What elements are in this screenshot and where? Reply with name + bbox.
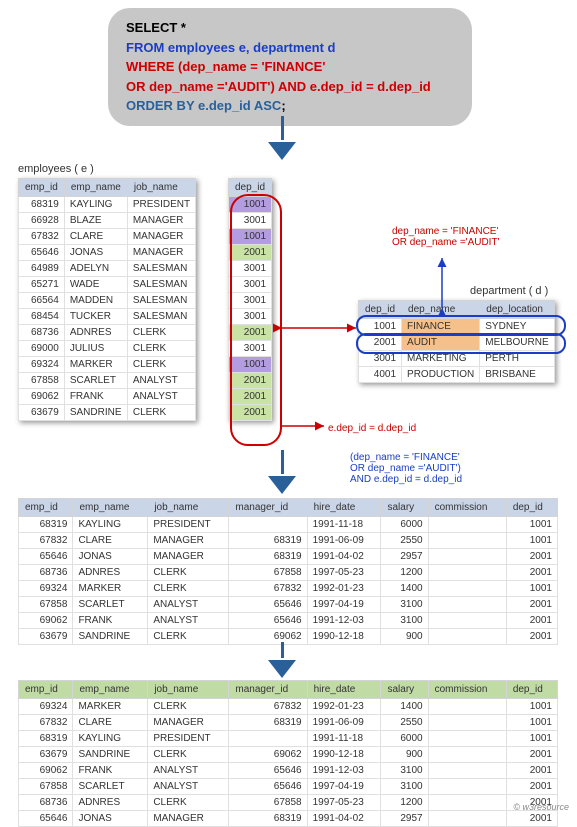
table-row: 3001 [229, 261, 272, 277]
table-row: 68319KAYLINGPRESIDENT1991-11-1860001001 [19, 517, 558, 533]
table-row: 66928BLAZEMANAGER [19, 213, 196, 229]
col-header: hire_date [307, 499, 381, 517]
employees-table: emp_idemp_namejob_name68319KAYLINGPRESID… [18, 178, 196, 421]
sql-select: SELECT * [126, 20, 186, 35]
col-header: emp_name [73, 499, 148, 517]
filtered-result-table: emp_idemp_namejob_namemanager_idhire_dat… [18, 498, 558, 645]
ordered-result-table: emp_idemp_namejob_namemanager_idhire_dat… [18, 680, 558, 827]
table-row: 65646JONASMANAGER683191991-04-0229572001 [19, 811, 558, 827]
table-row: 3001 [229, 277, 272, 293]
flow-arrow-1 [268, 116, 296, 162]
col-header: dep_id [506, 499, 557, 517]
table-row: 1001 [229, 357, 272, 373]
table-row: 1001 [229, 197, 272, 213]
table-row: 67832CLAREMANAGER683191991-06-0925501001 [19, 533, 558, 549]
table-row: 63679SANDRINECLERK [19, 405, 196, 421]
col-header: hire_date [307, 681, 381, 699]
col-header: emp_id [19, 681, 73, 699]
sql-query-box: SELECT * FROM employees e, department d … [108, 8, 472, 126]
col-header: dep_id [506, 681, 557, 699]
table-row: 67832CLAREMANAGER683191991-06-0925501001 [19, 715, 558, 731]
footer-credit: © w3resource [513, 802, 569, 812]
col-header: salary [381, 681, 428, 699]
col-header: emp_name [73, 681, 148, 699]
department-table: dep_iddep_namedep_location1001FINANCESYD… [358, 300, 555, 383]
table-row: 69324MARKERCLERK [19, 357, 196, 373]
department-title: department ( d ) [470, 285, 548, 297]
col-header: job_name [127, 179, 195, 197]
flow-arrow-3 [268, 642, 296, 680]
sql-from: FROM employees e, department d [126, 40, 336, 55]
table-row: 69062FRANKANALYST656461991-12-0331002001 [19, 763, 558, 779]
col-header: emp_id [19, 179, 65, 197]
table-row: 68736ADNRESCLERK678581997-05-2312002001 [19, 565, 558, 581]
col-header: job_name [148, 681, 229, 699]
flow-arrow-2 [268, 450, 296, 496]
table-row: 2001 [229, 325, 272, 341]
table-row: 2001AUDITMELBOURNE [359, 335, 555, 351]
col-header: dep_id [229, 179, 272, 197]
table-row: 65271WADESALESMAN [19, 277, 196, 293]
table-row: 64989ADELYNSALESMAN [19, 261, 196, 277]
table-row: 69000JULIUSCLERK [19, 341, 196, 357]
table-row: 66564MADDENSALESMAN [19, 293, 196, 309]
annot-where: dep_name = 'FINANCE'OR dep_name ='AUDIT' [392, 226, 499, 248]
table-row: 68319KAYLINGPRESIDENT [19, 197, 196, 213]
table-row: 3001 [229, 341, 272, 357]
table-row: 3001MARKETINGPERTH [359, 351, 555, 367]
table-row: 2001 [229, 373, 272, 389]
table-row: 69062FRANKANALYST [19, 389, 196, 405]
col-header: manager_id [229, 681, 307, 699]
table-row: 1001 [229, 229, 272, 245]
table-row: 1001FINANCESYDNEY [359, 319, 555, 335]
col-header: manager_id [229, 499, 307, 517]
col-header: commission [428, 499, 506, 517]
table-row: 68319KAYLINGPRESIDENT1991-11-1860001001 [19, 731, 558, 747]
table-row: 65646JONASMANAGER [19, 245, 196, 261]
table-row: 2001 [229, 389, 272, 405]
annot-combined: (dep_name = 'FINANCE'OR dep_name ='AUDIT… [350, 452, 462, 485]
col-header: dep_name [402, 301, 480, 319]
sql-where-2: OR dep_name ='AUDIT') AND e.dep_id = d.d… [126, 79, 431, 94]
col-header: dep_id [359, 301, 402, 319]
table-row: 67858SCARLETANALYST656461997-04-19310020… [19, 779, 558, 795]
col-header: dep_location [480, 301, 554, 319]
table-row: 67832CLAREMANAGER [19, 229, 196, 245]
employees-title: employees ( e ) [18, 163, 94, 175]
table-row: 2001 [229, 245, 272, 261]
table-row: 65646JONASMANAGER683191991-04-0229572001 [19, 549, 558, 565]
sql-order: ORDER BY e.dep_id ASC [126, 98, 281, 113]
table-row: 69324MARKERCLERK678321992-01-2314001001 [19, 699, 558, 715]
col-header: emp_name [64, 179, 127, 197]
col-header: salary [381, 499, 428, 517]
table-row: 69062FRANKANALYST656461991-12-0331002001 [19, 613, 558, 629]
table-row: 3001 [229, 213, 272, 229]
table-row: 63679SANDRINECLERK690621990-12-189002001 [19, 747, 558, 763]
table-row: 4001PRODUCTIONBRISBANE [359, 367, 555, 383]
table-row: 69324MARKERCLERK678321992-01-2314001001 [19, 581, 558, 597]
col-header: emp_id [19, 499, 73, 517]
table-row: 67858SCARLETANALYST656461997-04-19310020… [19, 597, 558, 613]
table-row: 3001 [229, 309, 272, 325]
col-header: commission [428, 681, 506, 699]
table-row: 68454TUCKERSALESMAN [19, 309, 196, 325]
sql-where-1: WHERE (dep_name = 'FINANCE' [126, 59, 325, 74]
table-row: 67858SCARLETANALYST [19, 373, 196, 389]
table-row: 3001 [229, 293, 272, 309]
table-row: 68736ADNRESCLERK [19, 325, 196, 341]
table-row: 68736ADNRESCLERK678581997-05-2312002001 [19, 795, 558, 811]
employees-depid-column: dep_id1001300110012001300130013001300120… [228, 178, 272, 421]
annot-join: e.dep_id = d.dep_id [328, 423, 416, 434]
table-row: 2001 [229, 405, 272, 421]
col-header: job_name [148, 499, 229, 517]
